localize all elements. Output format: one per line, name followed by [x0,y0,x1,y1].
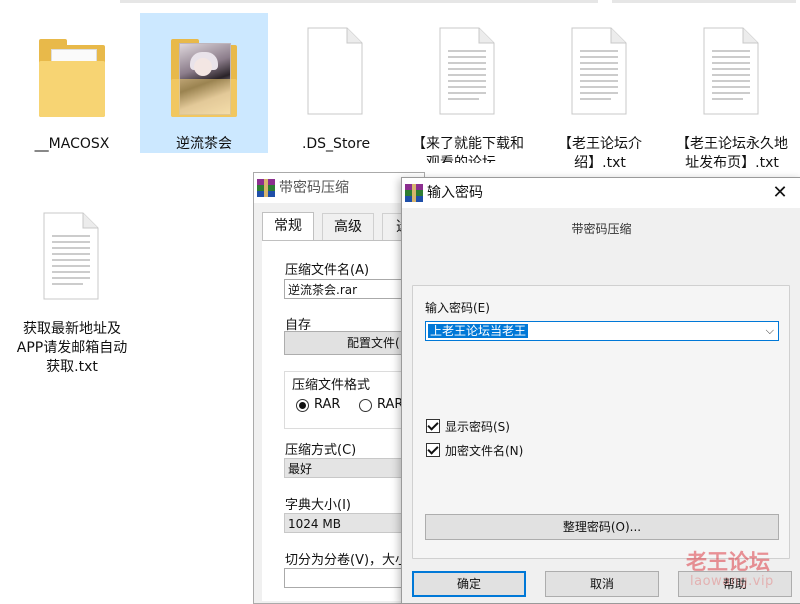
tab-general[interactable]: 常规 [262,212,314,241]
text-file-icon [427,21,509,123]
file-label: 获取最新地址及APP请发邮箱自动获取.txt [16,321,128,375]
password-dialog-titlebar[interactable]: 输入密码 ✕ [402,178,800,208]
ok-button[interactable]: 确定 [412,571,526,597]
text-file-icon [31,206,113,308]
watermark-url: laowang.vip [690,574,774,589]
archive-dialog-titlebar[interactable]: 带密码压缩 [254,173,424,203]
toolbar-edge-right [612,0,796,3]
dictionary-label: 字典大小(I) [285,498,351,513]
file-item-forum-address[interactable]: 【老王论坛永久地址发布页】.txt [668,13,796,173]
text-file-icon [559,21,641,123]
archive-dialog-title: 带密码压缩 [279,180,349,196]
show-password-label: 显示密码(S) [445,420,510,434]
text-file-icon [691,21,773,123]
archive-name-label: 压缩文件名(A) [285,263,370,278]
file-label: 【老王论坛介绍】.txt [558,136,642,171]
toolbar-edge-left [120,0,598,3]
format-rar5-label: RAR [377,397,404,412]
general-tab-panel: 压缩文件名(A) 逆流茶会.rar 自存 配置文件( 压缩文件格式 RAR RA… [262,240,426,601]
chevron-down-icon[interactable]: ⌵ [766,323,774,339]
password-dialog: 输入密码 ✕ 带密码压缩 输入密码(E) 上老王论坛当老王 ⌵ 显示密码(S) … [401,177,800,604]
format-group-label: 压缩文件格式 [290,374,373,393]
method-label: 压缩方式(C) [285,443,357,458]
file-item-macosx[interactable]: __MACOSX [8,13,136,154]
file-item-ds-store[interactable]: .DS_Store [272,13,400,154]
split-volume-label: 切分为分卷(V)，大小 [285,553,409,568]
cancel-button[interactable]: 取消 [545,571,659,597]
password-dialog-title: 输入密码 [427,185,483,201]
archive-options-dialog: 带密码压缩 常规 高级 选 压缩文件名(A) 逆流茶会.rar 自存 配置文件(… [253,172,426,604]
winrar-icon [405,184,423,202]
file-item-folder-selected[interactable]: 逆流茶会 [140,13,268,154]
format-rar-radio[interactable] [296,399,309,412]
format-rar5-radio[interactable] [359,399,372,412]
file-item-get-address[interactable]: 获取最新地址及APP请发邮箱自动获取.txt [8,198,136,377]
encrypt-names-label: 加密文件名(N) [445,444,524,458]
password-dialog-subtitle: 带密码压缩 [571,222,632,236]
password-text: 上老王论坛当老王 [428,324,529,338]
organize-passwords-button[interactable]: 整理密码(O)... [425,514,779,540]
password-combobox[interactable]: 上老王论坛当老王 ⌵ [425,321,779,341]
show-password-checkbox[interactable] [426,419,440,433]
winrar-icon [257,179,275,197]
format-rar-label: RAR [314,397,341,412]
file-label: 【老王论坛永久地址发布页】.txt [676,136,788,171]
file-label: __MACOSX [34,136,110,152]
watermark-logo: 老王论坛 [686,550,770,574]
file-label: .DS_Store [301,136,371,152]
file-item-forum-download[interactable]: 【来了就能下载和观看的论坛， [404,13,532,163]
folder-thumbnail-icon [163,21,245,123]
encrypt-names-checkbox[interactable] [426,443,440,457]
file-label: 逆流茶会 [176,136,232,152]
close-icon[interactable]: ✕ [769,182,791,204]
file-item-forum-intro[interactable]: 【老王论坛介绍】.txt [536,13,664,173]
tab-advanced[interactable]: 高级 [322,213,374,240]
blank-file-icon [295,21,377,123]
folder-icon [31,21,113,123]
file-label: 【来了就能下载和观看的论坛， [412,136,524,163]
password-label: 输入密码(E) [425,301,490,315]
